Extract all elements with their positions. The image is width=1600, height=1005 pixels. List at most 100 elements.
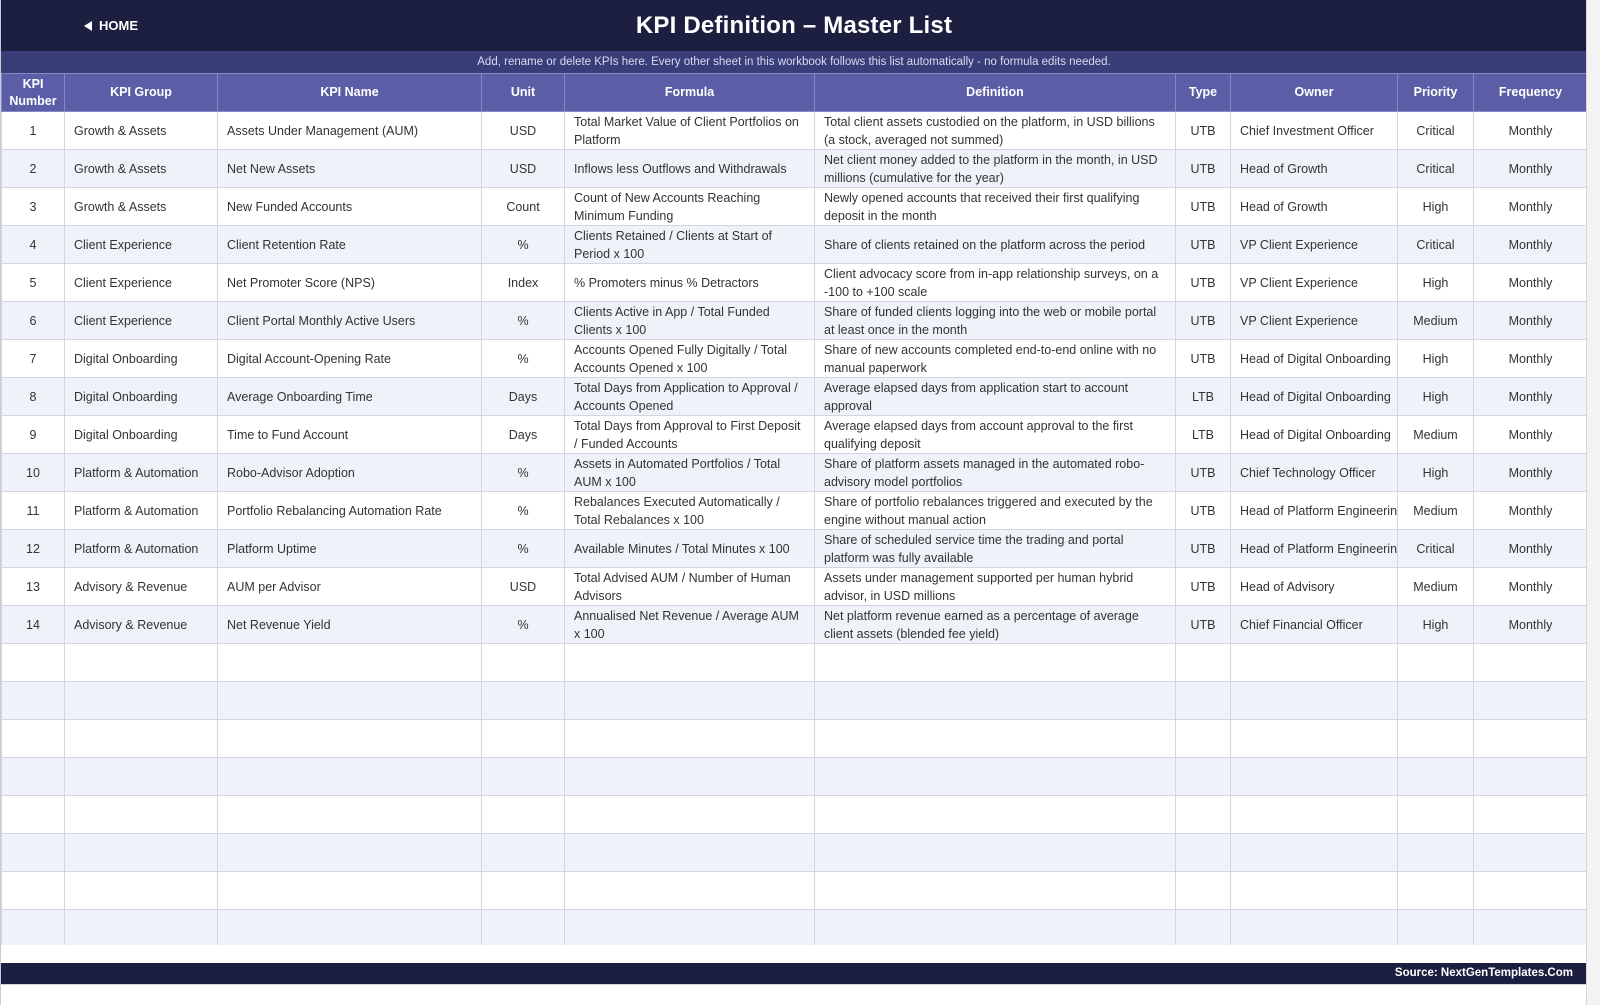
kpi-name-cell[interactable] bbox=[217, 795, 482, 834]
frequency-cell[interactable]: Monthly bbox=[1473, 453, 1588, 492]
kpi-name-cell[interactable]: Digital Account-Opening Rate bbox=[217, 339, 482, 378]
frequency-cell[interactable]: Monthly bbox=[1473, 225, 1588, 264]
definition-cell[interactable] bbox=[814, 909, 1176, 948]
frequency-cell[interactable]: Monthly bbox=[1473, 301, 1588, 340]
formula-cell[interactable]: Total Days from Application to Approval … bbox=[564, 377, 815, 416]
type-cell[interactable]: UTB bbox=[1175, 339, 1231, 378]
owner-cell[interactable]: Head of Platform Engineering bbox=[1230, 529, 1398, 568]
definition-cell[interactable]: Share of funded clients logging into the… bbox=[814, 301, 1176, 340]
unit-cell[interactable]: Days bbox=[481, 377, 565, 416]
definition-cell[interactable]: Share of new accounts completed end-to-e… bbox=[814, 339, 1176, 378]
definition-cell[interactable] bbox=[814, 795, 1176, 834]
formula-cell[interactable]: Accounts Opened Fully Digitally / Total … bbox=[564, 339, 815, 378]
priority-cell[interactable]: Critical bbox=[1397, 529, 1474, 568]
owner-cell[interactable] bbox=[1230, 719, 1398, 758]
definition-cell[interactable] bbox=[814, 757, 1176, 796]
priority-cell[interactable]: High bbox=[1397, 263, 1474, 302]
formula-cell[interactable]: % Promoters minus % Detractors bbox=[564, 263, 815, 302]
owner-cell[interactable]: Head of Advisory bbox=[1230, 567, 1398, 606]
type-cell[interactable]: UTB bbox=[1175, 301, 1231, 340]
formula-cell[interactable]: Total Advised AUM / Number of Human Advi… bbox=[564, 567, 815, 606]
definition-cell[interactable] bbox=[814, 833, 1176, 872]
type-cell[interactable]: UTB bbox=[1175, 111, 1231, 150]
type-cell[interactable]: UTB bbox=[1175, 605, 1231, 644]
unit-cell[interactable] bbox=[481, 795, 565, 834]
kpi-name-cell[interactable]: AUM per Advisor bbox=[217, 567, 482, 606]
priority-cell[interactable]: Medium bbox=[1397, 415, 1474, 454]
kpi-name-cell[interactable] bbox=[217, 643, 482, 682]
kpi-name-cell[interactable] bbox=[217, 757, 482, 796]
definition-cell[interactable]: Assets under management supported per hu… bbox=[814, 567, 1176, 606]
owner-cell[interactable]: Chief Financial Officer bbox=[1230, 605, 1398, 644]
kpi-number-cell[interactable]: 5 bbox=[1, 263, 65, 302]
priority-cell[interactable] bbox=[1397, 681, 1474, 720]
type-cell[interactable] bbox=[1175, 643, 1231, 682]
formula-cell[interactable]: Available Minutes / Total Minutes x 100 bbox=[564, 529, 815, 568]
frequency-cell[interactable] bbox=[1473, 719, 1588, 758]
priority-cell[interactable]: Medium bbox=[1397, 301, 1474, 340]
priority-cell[interactable] bbox=[1397, 757, 1474, 796]
type-cell[interactable]: LTB bbox=[1175, 377, 1231, 416]
unit-cell[interactable]: % bbox=[481, 301, 565, 340]
kpi-group-cell[interactable] bbox=[64, 909, 218, 948]
definition-cell[interactable] bbox=[814, 871, 1176, 910]
frequency-cell[interactable] bbox=[1473, 643, 1588, 682]
kpi-group-cell[interactable] bbox=[64, 871, 218, 910]
formula-cell[interactable]: Assets in Automated Portfolios / Total A… bbox=[564, 453, 815, 492]
column-header[interactable]: Formula bbox=[564, 73, 815, 112]
formula-cell[interactable] bbox=[564, 719, 815, 758]
type-cell[interactable]: UTB bbox=[1175, 263, 1231, 302]
frequency-cell[interactable] bbox=[1473, 909, 1588, 948]
kpi-number-cell[interactable] bbox=[1, 909, 65, 948]
column-header[interactable]: Frequency bbox=[1473, 73, 1588, 112]
kpi-group-cell[interactable] bbox=[64, 757, 218, 796]
owner-cell[interactable] bbox=[1230, 643, 1398, 682]
owner-cell[interactable]: Chief Technology Officer bbox=[1230, 453, 1398, 492]
formula-cell[interactable]: Total Market Value of Client Portfolios … bbox=[564, 111, 815, 150]
unit-cell[interactable] bbox=[481, 909, 565, 948]
owner-cell[interactable] bbox=[1230, 833, 1398, 872]
kpi-group-cell[interactable] bbox=[64, 719, 218, 758]
kpi-name-cell[interactable] bbox=[217, 871, 482, 910]
type-cell[interactable] bbox=[1175, 909, 1231, 948]
owner-cell[interactable]: Head of Platform Engineering bbox=[1230, 491, 1398, 530]
frequency-cell[interactable] bbox=[1473, 681, 1588, 720]
column-header[interactable]: Priority bbox=[1397, 73, 1474, 112]
frequency-cell[interactable]: Monthly bbox=[1473, 529, 1588, 568]
kpi-name-cell[interactable] bbox=[217, 909, 482, 948]
priority-cell[interactable]: High bbox=[1397, 377, 1474, 416]
priority-cell[interactable]: High bbox=[1397, 187, 1474, 226]
formula-cell[interactable] bbox=[564, 795, 815, 834]
unit-cell[interactable] bbox=[481, 871, 565, 910]
unit-cell[interactable]: Days bbox=[481, 415, 565, 454]
formula-cell[interactable] bbox=[564, 909, 815, 948]
priority-cell[interactable]: High bbox=[1397, 453, 1474, 492]
kpi-group-cell[interactable]: Client Experience bbox=[64, 301, 218, 340]
frequency-cell[interactable]: Monthly bbox=[1473, 187, 1588, 226]
definition-cell[interactable]: Client advocacy score from in-app relati… bbox=[814, 263, 1176, 302]
formula-cell[interactable]: Annualised Net Revenue / Average AUM x 1… bbox=[564, 605, 815, 644]
unit-cell[interactable]: Count bbox=[481, 187, 565, 226]
priority-cell[interactable] bbox=[1397, 871, 1474, 910]
kpi-group-cell[interactable]: Digital Onboarding bbox=[64, 339, 218, 378]
kpi-number-cell[interactable]: 10 bbox=[1, 453, 65, 492]
type-cell[interactable] bbox=[1175, 795, 1231, 834]
frequency-cell[interactable]: Monthly bbox=[1473, 339, 1588, 378]
type-cell[interactable]: UTB bbox=[1175, 567, 1231, 606]
unit-cell[interactable]: USD bbox=[481, 111, 565, 150]
kpi-name-cell[interactable]: Net Revenue Yield bbox=[217, 605, 482, 644]
owner-cell[interactable]: Head of Digital Onboarding bbox=[1230, 339, 1398, 378]
kpi-number-cell[interactable] bbox=[1, 795, 65, 834]
owner-cell[interactable]: Chief Investment Officer bbox=[1230, 111, 1398, 150]
priority-cell[interactable] bbox=[1397, 643, 1474, 682]
type-cell[interactable] bbox=[1175, 719, 1231, 758]
definition-cell[interactable]: Average elapsed days from application st… bbox=[814, 377, 1176, 416]
formula-cell[interactable] bbox=[564, 871, 815, 910]
kpi-number-cell[interactable]: 2 bbox=[1, 149, 65, 188]
unit-cell[interactable]: % bbox=[481, 225, 565, 264]
definition-cell[interactable]: Share of platform assets managed in the … bbox=[814, 453, 1176, 492]
kpi-group-cell[interactable]: Client Experience bbox=[64, 263, 218, 302]
column-header[interactable]: Unit bbox=[481, 73, 565, 112]
priority-cell[interactable]: High bbox=[1397, 605, 1474, 644]
kpi-group-cell[interactable] bbox=[64, 795, 218, 834]
